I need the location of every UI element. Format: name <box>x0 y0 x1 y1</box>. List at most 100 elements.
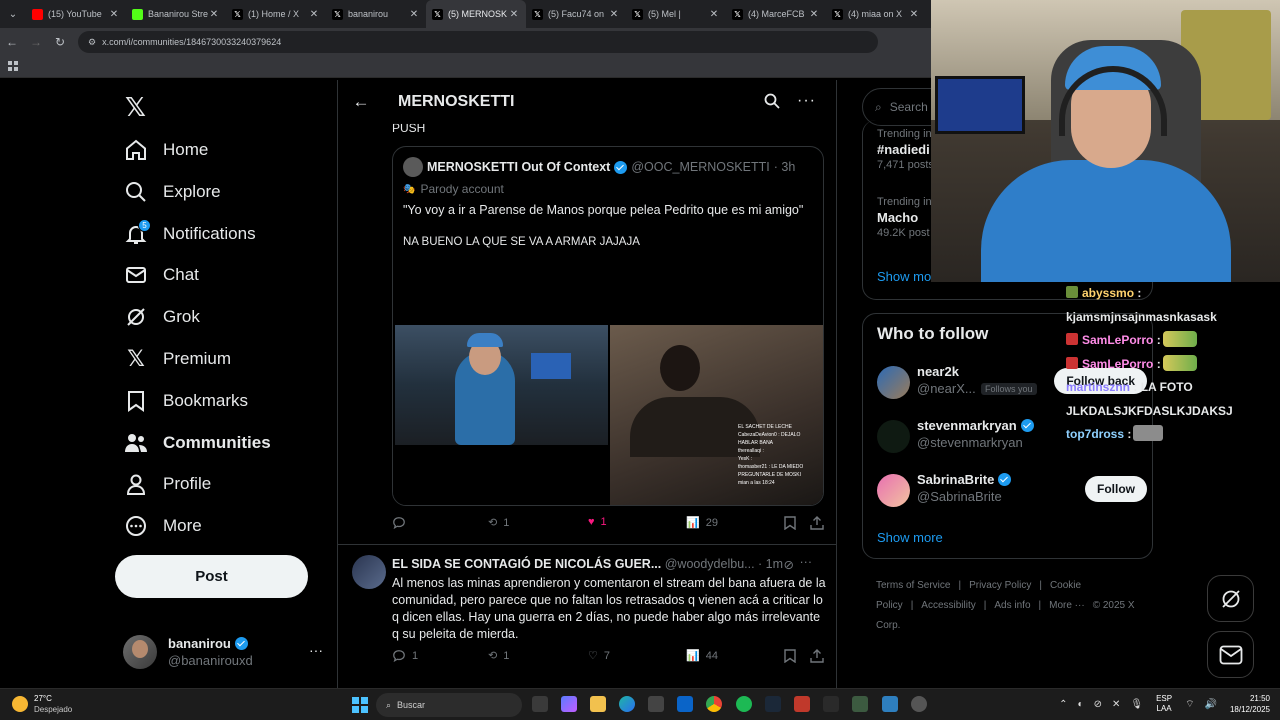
nav-item-premium[interactable]: 𝕏 Premium <box>123 339 231 379</box>
quoted-tweet[interactable]: MERNOSKETTI Out Of Context @OOC_MERNOSKE… <box>392 146 824 506</box>
messages-fab-button[interactable] <box>1207 631 1254 678</box>
nav-item-bookmarks[interactable]: Bookmarks <box>123 381 248 421</box>
x-logo-icon[interactable]: 𝕏 <box>125 92 146 123</box>
site-info-icon[interactable]: ⚙ <box>88 37 96 48</box>
chrome-icon[interactable] <box>706 696 722 712</box>
trend-item[interactable]: Trending in #nadiedi 7,471 posts <box>877 128 934 171</box>
avatar[interactable] <box>877 474 910 507</box>
browser-tab[interactable]: 𝕏 (4) miaa on X ✕ <box>826 0 926 28</box>
views-button[interactable]: 📊 44 <box>686 649 718 663</box>
avatar[interactable] <box>877 366 910 399</box>
share-button[interactable] <box>810 516 824 530</box>
suggestion-name-row[interactable]: SabrinaBrite <box>917 472 1012 487</box>
browser-tab[interactable]: 𝕏 (5) Facu74 on ✕ <box>526 0 626 28</box>
tray-overflow-icon[interactable]: ⌃ <box>1059 699 1067 710</box>
views-button[interactable]: 📊 29 <box>686 516 718 530</box>
nav-item-profile[interactable]: Profile <box>123 464 211 504</box>
reply-button[interactable] <box>392 516 406 530</box>
avatar[interactable] <box>877 420 910 453</box>
reload-icon[interactable]: ↻ <box>48 35 72 49</box>
browser-tab[interactable]: 𝕏 (5) MERNOSK ✕ <box>426 0 526 28</box>
footer-link[interactable]: Privacy Policy <box>969 580 1031 591</box>
tab-close-icon[interactable]: ✕ <box>108 9 120 20</box>
repost-button[interactable]: ⟲ 1 <box>488 516 509 530</box>
follow-suggestion[interactable]: SabrinaBrite @SabrinaBrite Follow <box>877 472 1147 512</box>
repost-button[interactable]: ⟲ 1 <box>488 649 509 663</box>
app-icon[interactable] <box>852 696 868 712</box>
app-icon[interactable] <box>823 696 839 712</box>
url-input[interactable]: ⚙ x.com/i/communities/184673003324037962… <box>78 31 878 53</box>
tab-close-icon[interactable]: ✕ <box>808 9 820 20</box>
tab-close-icon[interactable]: ✕ <box>308 9 320 20</box>
file-explorer-icon[interactable] <box>590 696 606 712</box>
store-icon[interactable] <box>648 696 664 712</box>
footer-link[interactable]: Ads info <box>994 600 1030 611</box>
nav-item-chat[interactable]: Chat <box>123 255 199 295</box>
account-switcher[interactable]: bananirou @bananirouxd ··· <box>123 632 323 672</box>
back-icon[interactable]: ← <box>0 35 24 49</box>
taskbar-search-input[interactable]: ⌕ Buscar <box>376 693 522 717</box>
footer-link[interactable]: Terms of Service <box>876 580 950 591</box>
tray-app-icon[interactable]: ⊘ <box>1094 699 1102 710</box>
task-view-icon[interactable] <box>532 696 548 712</box>
tab-close-icon[interactable]: ✕ <box>908 9 920 20</box>
tab-close-icon[interactable]: ✕ <box>708 9 720 20</box>
tweet-author-name[interactable]: EL SIDA SE CONTAGIÓ DE NICOLÁS GUER... <box>392 557 661 571</box>
app-icon[interactable] <box>882 696 898 712</box>
tray-app-icon[interactable]: ✕ <box>1112 699 1120 710</box>
more-options-icon[interactable]: ··· <box>797 92 816 110</box>
tab-close-icon[interactable]: ✕ <box>508 9 520 20</box>
app-icon[interactable] <box>794 696 810 712</box>
grok-icon[interactable]: ⊘ <box>784 557 794 572</box>
post-button[interactable]: Post <box>115 555 308 598</box>
tab-close-icon[interactable]: ✕ <box>408 9 420 20</box>
account-menu-icon[interactable]: ··· <box>309 642 323 658</box>
browser-tab[interactable]: 𝕏bananirou ✕ <box>326 0 426 28</box>
nav-item-grok[interactable]: Grok <box>123 297 200 337</box>
footer-link[interactable]: More ··· <box>1049 600 1085 611</box>
forward-icon[interactable]: → <box>24 35 48 49</box>
spotify-icon[interactable] <box>736 696 752 712</box>
apps-grid-icon[interactable] <box>8 61 18 71</box>
reply-button[interactable]: 1 <box>392 649 418 663</box>
bookmark-button[interactable] <box>784 516 796 530</box>
tab-search-button[interactable]: ⌄ <box>0 0 26 28</box>
nav-item-more[interactable]: More <box>123 506 202 546</box>
steam-icon[interactable] <box>765 696 781 712</box>
obs-icon[interactable] <box>911 696 927 712</box>
tab-close-icon[interactable]: ✕ <box>608 9 620 20</box>
follow-button[interactable]: Follow <box>1085 476 1147 502</box>
more-options-icon[interactable]: ··· <box>800 555 813 569</box>
outlook-icon[interactable] <box>677 696 693 712</box>
volume-icon[interactable]: 🔊 <box>1205 699 1217 710</box>
footer-link[interactable]: Accessibility <box>921 600 975 611</box>
like-button[interactable]: ♡ 7 <box>588 649 610 663</box>
like-button[interactable]: ♥ 1 <box>588 516 607 528</box>
language-indicator[interactable]: ESP LAA <box>1156 694 1172 714</box>
browser-tab[interactable]: 𝕏 (1) Home / X ✕ <box>226 0 326 28</box>
windows-start-icon[interactable] <box>352 697 368 713</box>
tray-app-icon[interactable]: ◐ <box>1078 699 1084 710</box>
tweet-author-handle[interactable]: @woodydelbu... <box>665 557 755 571</box>
browser-tab[interactable]: (15) YouTube ✕ <box>26 0 126 28</box>
quote-video[interactable]: EL SACHET DE LECHE CabezaDeAvion0 : DEJAL… <box>393 265 823 505</box>
avatar[interactable] <box>352 555 386 589</box>
weather-widget[interactable]: 27°C Despejado <box>12 693 72 715</box>
bookmark-button[interactable] <box>784 649 796 663</box>
suggestion-name-row[interactable]: stevenmarkryan <box>917 418 1034 433</box>
edge-icon[interactable] <box>619 696 635 712</box>
share-button[interactable] <box>810 649 824 663</box>
copilot-icon[interactable] <box>561 696 577 712</box>
browser-tab[interactable]: Bananirou Stre ✕ <box>126 0 226 28</box>
clock[interactable]: 21:50 18/12/2025 <box>1230 693 1270 715</box>
network-icon[interactable]: ⌔ <box>1185 698 1194 711</box>
trend-item[interactable]: Trending in Macho 49.2K post <box>877 196 932 239</box>
who-to-follow-show-more[interactable]: Show more <box>877 530 943 545</box>
trends-show-more[interactable]: Show mo <box>877 269 931 284</box>
nav-item-explore[interactable]: Explore <box>123 172 221 212</box>
nav-item-communities[interactable]: Communities <box>123 423 271 463</box>
browser-tab[interactable]: 𝕏 (4) MarceFCB ✕ <box>726 0 826 28</box>
suggestion-name[interactable]: near2k <box>917 364 959 379</box>
microphone-icon[interactable]: 🎙 <box>1130 699 1143 710</box>
grok-fab-button[interactable] <box>1207 575 1254 622</box>
